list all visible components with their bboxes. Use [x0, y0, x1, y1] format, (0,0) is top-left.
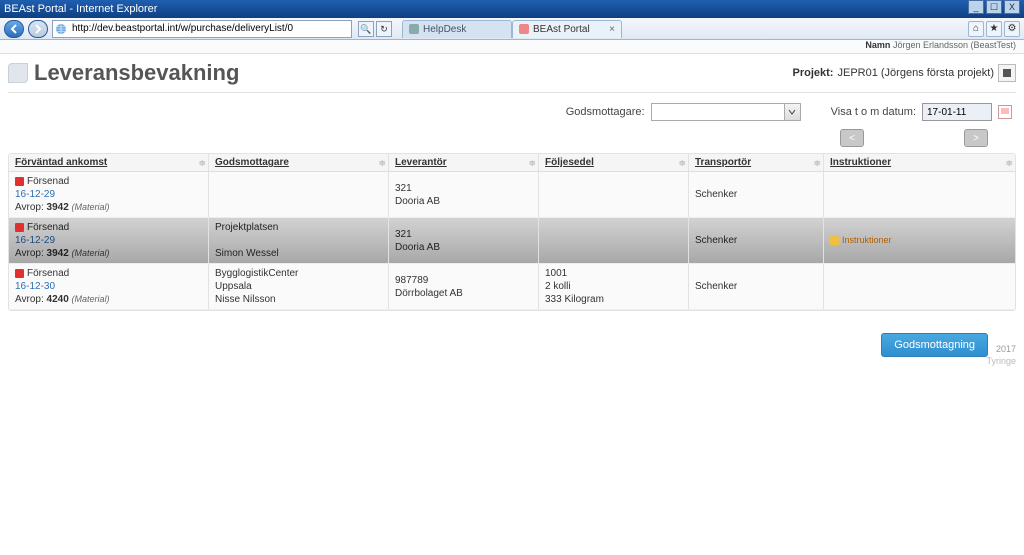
window-titlebar: BEAst Portal - Internet Explorer _ ☐ X	[0, 0, 1024, 18]
tab-label: HelpDesk	[423, 21, 466, 38]
avrop-info: Avrop: 4240 (Material)	[15, 293, 110, 306]
arrow-right-icon	[33, 24, 43, 34]
arrow-left-icon	[9, 24, 19, 34]
godsmottagning-button[interactable]: Godsmottagning	[881, 333, 988, 357]
app-logo-icon	[8, 63, 28, 83]
favicon-icon	[519, 24, 529, 34]
delivery-table: Förväntad ankomst≑ Godsmottagare≑ Levera…	[8, 153, 1016, 311]
table-header: Förväntad ankomst≑ Godsmottagare≑ Levera…	[9, 154, 1015, 172]
pager-prev-button[interactable]: <	[840, 129, 864, 147]
tab-label: BEAst Portal	[533, 21, 590, 38]
date-filter-label: Visa t o m datum:	[831, 106, 916, 118]
window-minimize-button[interactable]: _	[968, 0, 984, 14]
window-maximize-button[interactable]: ☐	[986, 0, 1002, 14]
window-buttons: _ ☐ X	[968, 0, 1020, 18]
browser-tabs: HelpDesk BEAst Portal ×	[402, 20, 622, 38]
footer-actions: Godsmottagning	[8, 311, 1016, 357]
project-value: JEPR01 (Jörgens första projekt)	[837, 67, 994, 79]
square-icon	[1003, 69, 1011, 77]
home-button[interactable]: ⌂	[968, 21, 984, 37]
col-expected-arrival[interactable]: Förväntad ankomst≑	[9, 154, 209, 171]
back-button[interactable]	[4, 20, 24, 38]
tab-beast-portal[interactable]: BEAst Portal ×	[512, 20, 622, 38]
toolbar-right: ⌂ ★ ⚙	[968, 21, 1020, 37]
status-badge: Försenad	[15, 267, 69, 280]
col-instructions[interactable]: Instruktioner≑	[824, 154, 1015, 171]
table-row[interactable]: Försenad 16-12-30 Avrop: 4240 (Material)…	[9, 264, 1015, 310]
status-square-icon	[15, 269, 24, 278]
sort-icon: ≑	[1005, 158, 1013, 169]
user-strip: Namn Jörgen Erlandsson (BeastTest)	[0, 40, 1024, 54]
sort-icon: ≑	[198, 158, 206, 169]
col-carrier[interactable]: Transportör≑	[689, 154, 824, 171]
sort-icon: ≑	[378, 158, 386, 169]
project-indicator: Projekt: JEPR01 (Jörgens första projekt)	[793, 64, 1016, 82]
user-name-value: Jörgen Erlandsson (BeastTest)	[893, 40, 1016, 50]
project-label: Projekt:	[793, 67, 834, 79]
sort-icon: ≑	[528, 158, 536, 169]
page-title: Leveransbevakning	[34, 60, 239, 86]
sort-icon: ≑	[813, 158, 821, 169]
table-row[interactable]: Försenad 16-12-29 Avrop: 3942 (Material)…	[9, 172, 1015, 218]
date-filter-input[interactable]	[922, 103, 992, 121]
favicon-icon	[409, 24, 419, 34]
page-header: Leveransbevakning Projekt: JEPR01 (Jörge…	[8, 56, 1016, 93]
build-brand: Tyringe	[986, 355, 1016, 367]
pager-next-button[interactable]: >	[964, 129, 988, 147]
window-title: BEAst Portal - Internet Explorer	[4, 0, 157, 18]
browser-toolbar: 🔍 ↻ HelpDesk BEAst Portal × ⌂ ★ ⚙	[0, 18, 1024, 40]
calendar-icon[interactable]	[998, 105, 1012, 119]
globe-icon	[55, 23, 67, 35]
pager: < >	[8, 127, 1016, 153]
avrop-info: Avrop: 3942 (Material)	[15, 201, 110, 214]
page-body: Leveransbevakning Projekt: JEPR01 (Jörge…	[0, 54, 1024, 359]
filter-date: Visa t o m datum:	[831, 103, 1012, 121]
status-square-icon	[830, 236, 839, 245]
expected-date-link[interactable]: 16-12-29	[15, 188, 55, 201]
filter-recipient: Godsmottagare:	[566, 103, 801, 121]
filter-bar: Godsmottagare: Visa t o m datum:	[8, 93, 1016, 127]
address-bar[interactable]	[52, 20, 352, 38]
forward-button[interactable]	[28, 20, 48, 38]
build-info: 2017 Tyringe	[986, 343, 1016, 367]
expected-date-link[interactable]: 16-12-29	[15, 234, 55, 247]
refresh-button[interactable]: ↻	[376, 21, 392, 37]
col-supplier[interactable]: Leverantör≑	[389, 154, 539, 171]
status-badge: Försenad	[15, 221, 69, 234]
recipient-filter-label: Godsmottagare:	[566, 106, 645, 118]
sort-icon: ≑	[678, 158, 686, 169]
col-recipient[interactable]: Godsmottagare≑	[209, 154, 389, 171]
col-delivery-note[interactable]: Följesedel≑	[539, 154, 689, 171]
build-year: 2017	[986, 343, 1016, 355]
expected-date-link[interactable]: 16-12-30	[15, 280, 55, 293]
url-actions: 🔍 ↻	[358, 21, 392, 37]
recipient-select[interactable]	[651, 103, 801, 121]
instructions-link[interactable]: Instruktioner	[830, 234, 892, 247]
tools-button[interactable]: ⚙	[1004, 21, 1020, 37]
status-square-icon	[15, 177, 24, 186]
window-close-button[interactable]: X	[1004, 0, 1020, 14]
chevron-down-icon	[784, 104, 800, 120]
avrop-info: Avrop: 3942 (Material)	[15, 247, 110, 260]
user-name-label: Namn	[865, 40, 890, 50]
url-input[interactable]	[70, 22, 349, 35]
status-badge: Försenad	[15, 175, 69, 188]
search-url-button[interactable]: 🔍	[358, 21, 374, 37]
status-square-icon	[15, 223, 24, 232]
project-edit-button[interactable]	[998, 64, 1016, 82]
tab-close-icon[interactable]: ×	[609, 21, 615, 38]
favorites-button[interactable]: ★	[986, 21, 1002, 37]
tab-helpdesk[interactable]: HelpDesk	[402, 20, 512, 38]
table-row[interactable]: Försenad 16-12-29 Avrop: 3942 (Material)…	[9, 218, 1015, 264]
